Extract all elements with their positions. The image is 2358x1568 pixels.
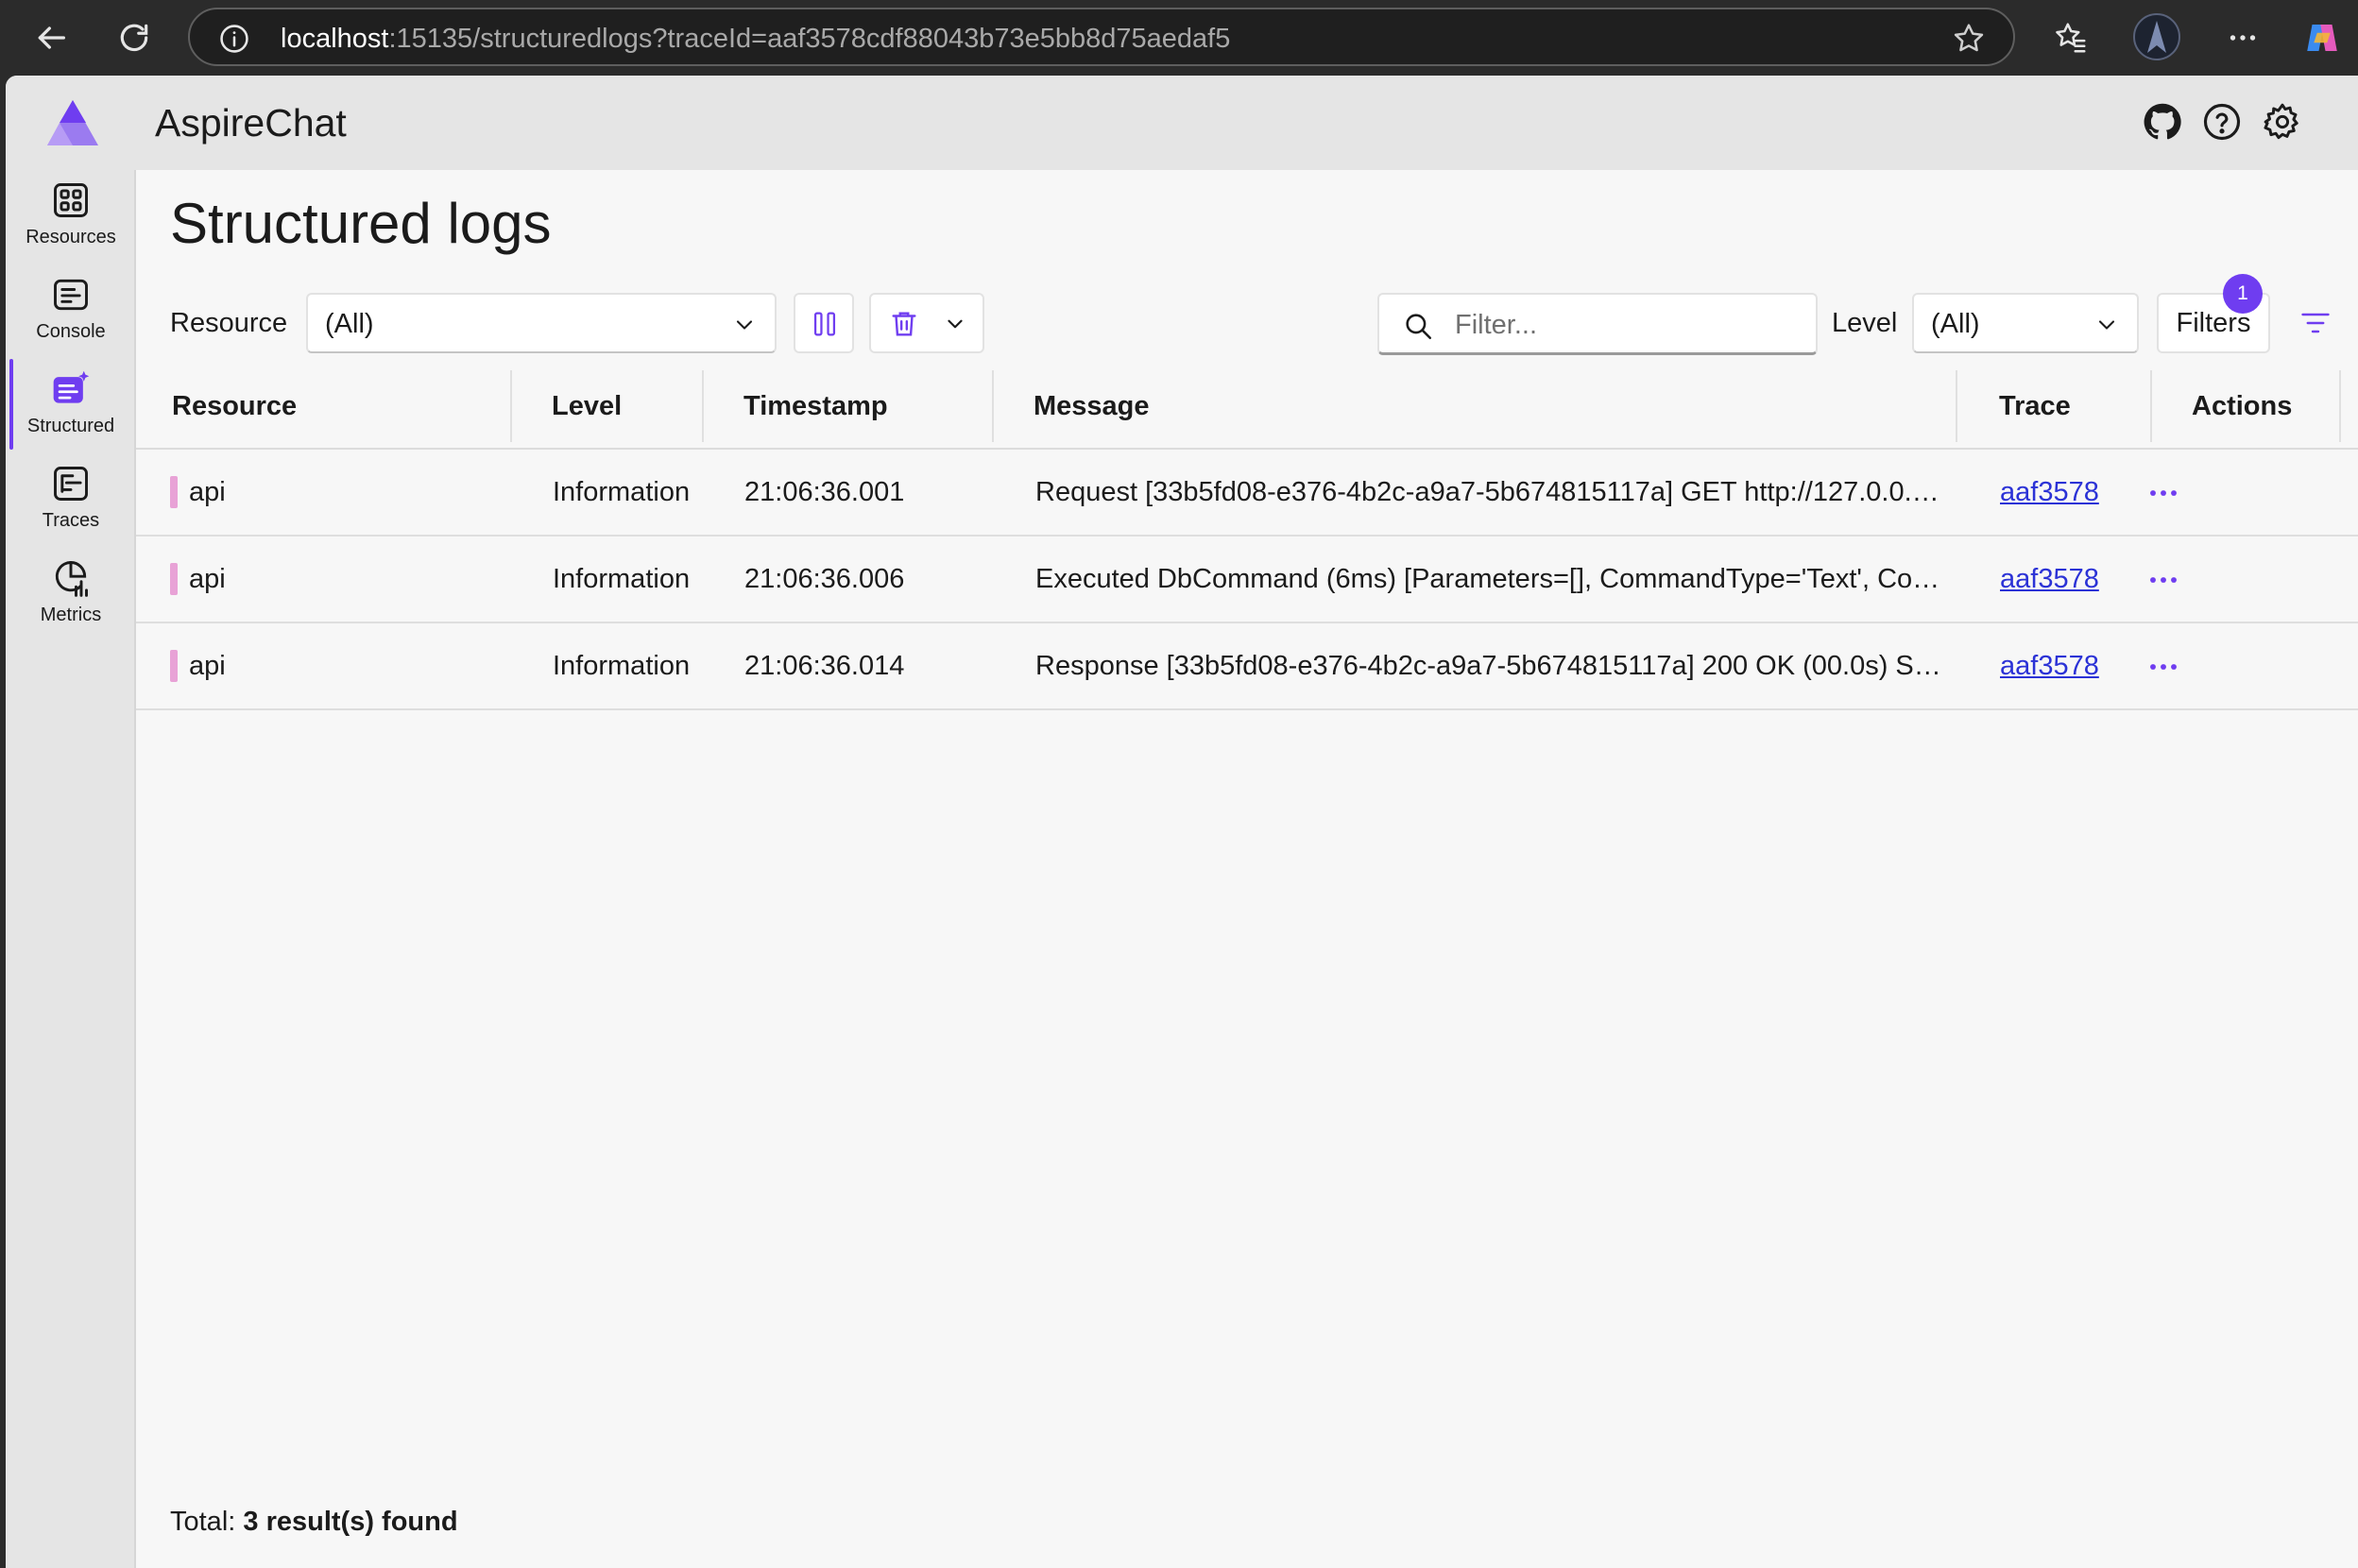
trace-link[interactable]: aaf3578 (2000, 651, 2099, 681)
back-arrow-icon[interactable] (26, 13, 76, 62)
resource-select[interactable]: (All) (306, 293, 777, 353)
nav-item-console[interactable]: Console (6, 264, 136, 355)
cell-message: Request [33b5fd08-e376-4b2c-a9a7-5b67481… (1035, 477, 1947, 507)
level-select[interactable]: (All) (1912, 293, 2139, 353)
more-menu-icon[interactable] (2218, 13, 2267, 62)
column-resize-handle[interactable] (702, 370, 704, 442)
search-icon (1406, 314, 1432, 340)
cell-resource: api (189, 477, 226, 507)
nav-item-resources[interactable]: Resources (6, 170, 136, 261)
nav-label: Metrics (40, 605, 102, 625)
results-summary: Total: 3 result(s) found (170, 1506, 458, 1538)
table-row[interactable]: api Information 21:06:36.014 Response [3… (136, 623, 2358, 710)
nav-label: Resources (26, 227, 116, 247)
more-actions-icon[interactable] (2143, 472, 2184, 514)
column-header-message[interactable]: Message (1034, 365, 1150, 448)
cell-timestamp: 21:06:36.006 (744, 564, 905, 594)
results-prefix: Total: (170, 1507, 236, 1537)
level-select-value: (All) (1931, 309, 1980, 339)
traces-icon (54, 467, 88, 501)
clear-logs-button[interactable] (869, 293, 984, 353)
cell-level: Information (553, 477, 691, 507)
resource-color-marker (170, 563, 178, 595)
structured-logs-icon (53, 370, 90, 403)
app-header: AspireChat (6, 76, 2358, 170)
resource-select-value: (All) (325, 309, 374, 339)
nav-label: Structured (26, 416, 115, 436)
cell-message: Executed DbCommand (6ms) [Parameters=[],… (1035, 564, 1947, 594)
cell-trace: aaf3578 (2000, 537, 2132, 622)
column-header-timestamp[interactable]: Timestamp (743, 365, 888, 448)
profile-avatar[interactable] (2133, 13, 2180, 60)
results-count: 3 result(s) found (243, 1507, 458, 1537)
nav-label: Traces (42, 510, 100, 531)
column-resize-handle[interactable] (510, 370, 512, 442)
chevron-down-icon[interactable] (943, 312, 967, 336)
browser-toolbar: localhost:15135/structuredlogs?traceId=a… (0, 0, 2358, 76)
trace-link[interactable]: aaf3578 (2000, 477, 2099, 507)
grid-header-row: Resource Level Timestamp Message Trace A… (136, 365, 2358, 450)
trace-link[interactable]: aaf3578 (2000, 564, 2099, 594)
cell-timestamp: 21:06:36.014 (744, 651, 905, 681)
site-info-icon[interactable] (218, 23, 250, 55)
url-text: localhost:15135/structuredlogs?traceId=a… (281, 24, 1231, 54)
cell-resource: api (189, 651, 226, 681)
cell-level: Information (553, 651, 691, 681)
level-filter-label: Level (1832, 308, 1898, 338)
search-placeholder: Filter... (1455, 310, 1538, 340)
chevron-down-icon (736, 320, 753, 330)
resources-grid-icon (54, 183, 88, 217)
nav-item-metrics[interactable]: Metrics (6, 548, 136, 639)
more-actions-icon[interactable] (2143, 646, 2184, 688)
cell-message: Response [33b5fd08-e376-4b2c-a9a7-5b6748… (1035, 651, 1947, 681)
table-row[interactable]: api Information 21:06:36.006 Executed Db… (136, 537, 2358, 623)
cell-timestamp: 21:06:36.001 (744, 477, 905, 507)
cell-level: Information (553, 564, 691, 594)
resource-filter-label: Resource (170, 308, 288, 338)
resource-color-marker (170, 650, 178, 682)
nav-item-structured[interactable]: Structured (6, 359, 136, 450)
column-resize-handle[interactable] (1956, 370, 1957, 442)
column-header-actions: Actions (2192, 391, 2293, 421)
copilot-icon[interactable] (2298, 13, 2347, 62)
side-navigation: Resources Console Structured Traces Metr… (6, 170, 136, 1568)
metrics-icon (55, 561, 88, 597)
help-icon[interactable] (2200, 100, 2244, 144)
console-icon (54, 279, 88, 311)
column-header-level[interactable]: Level (552, 365, 622, 448)
reload-icon[interactable] (110, 13, 159, 62)
chevron-down-icon (2098, 320, 2115, 330)
favorite-star-icon[interactable] (1951, 21, 1987, 57)
page-title: Structured logs (170, 192, 552, 255)
nav-item-traces[interactable]: Traces (6, 453, 136, 544)
cell-resource: api (189, 564, 226, 594)
trash-icon (892, 312, 916, 336)
cell-trace: aaf3578 (2000, 623, 2132, 708)
settings-gear-icon[interactable] (2261, 100, 2304, 144)
filter-lines-icon[interactable] (2297, 306, 2334, 340)
column-header-resource[interactable]: Resource (172, 365, 297, 448)
favorites-icon[interactable] (2046, 13, 2095, 62)
aspire-logo-icon[interactable] (45, 98, 100, 147)
app-title: AspireChat (155, 101, 347, 145)
nav-label: Console (36, 321, 106, 342)
column-header-trace[interactable]: Trace (1999, 365, 2071, 448)
table-row[interactable]: api Information 21:06:36.001 Request [33… (136, 450, 2358, 537)
filters-count-badge: 1 (2223, 274, 2263, 314)
more-actions-icon[interactable] (2143, 559, 2184, 601)
address-bar[interactable]: localhost:15135/structuredlogs?traceId=a… (188, 8, 2015, 66)
pause-button[interactable] (794, 293, 854, 353)
resource-color-marker (170, 476, 178, 508)
column-resize-handle[interactable] (2339, 370, 2341, 442)
column-resize-handle[interactable] (992, 370, 994, 442)
column-resize-handle[interactable] (2150, 370, 2152, 442)
cell-trace: aaf3578 (2000, 450, 2132, 535)
github-icon[interactable] (2141, 100, 2184, 144)
app-window: AspireChat Resources Console Structured … (6, 76, 2358, 1568)
search-input[interactable]: Filter... (1377, 293, 1818, 355)
pause-icon (813, 312, 836, 336)
main-content: Structured logs Resource (All) Filter...… (136, 170, 2358, 1568)
